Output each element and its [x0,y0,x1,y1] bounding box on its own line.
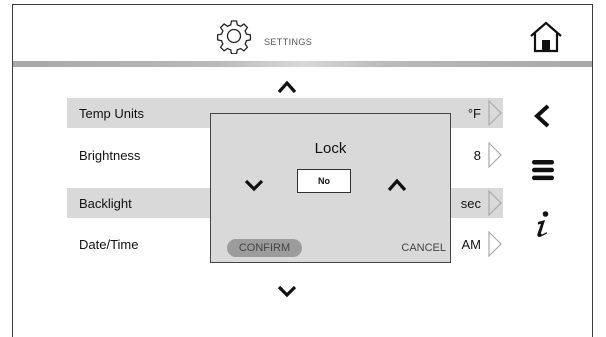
setting-value: sec [460,196,481,211]
header-divider [13,61,592,67]
scroll-up-icon[interactable] [277,80,297,94]
chevron-right-icon[interactable] [487,100,503,126]
thermostat-screen: SETTINGS Temp Units °F Brightness 8 Back… [12,4,593,337]
confirm-button[interactable]: CONFIRM [227,239,302,257]
setting-value: °F [467,106,481,121]
decrease-chevron-icon[interactable] [244,178,264,192]
increase-chevron-icon[interactable] [387,178,407,192]
page-title: SETTINGS [264,37,313,47]
home-icon[interactable] [529,21,563,53]
setting-label: Backlight [79,196,132,211]
header: SETTINGS [13,5,592,61]
setting-label: Date/Time [79,237,139,252]
lock-value: No [297,169,351,193]
cancel-button[interactable]: CANCEL [401,242,446,254]
setting-label: Temp Units [79,106,145,121]
menu-icon[interactable] [531,158,555,182]
chevron-right-icon[interactable] [487,190,503,216]
setting-value: AM [461,237,482,252]
info-icon[interactable] [533,210,553,238]
dialog-title: Lock [314,140,347,157]
chevron-left-icon[interactable] [532,103,552,129]
chevron-right-icon[interactable] [487,142,503,168]
lock-dialog: Lock No CONFIRM CANCEL [210,113,451,263]
scroll-down-icon[interactable] [277,284,297,298]
setting-label: Brightness [79,148,141,163]
setting-value: 8 [473,148,481,163]
gear-icon[interactable] [216,18,252,54]
chevron-right-icon[interactable] [487,231,503,257]
